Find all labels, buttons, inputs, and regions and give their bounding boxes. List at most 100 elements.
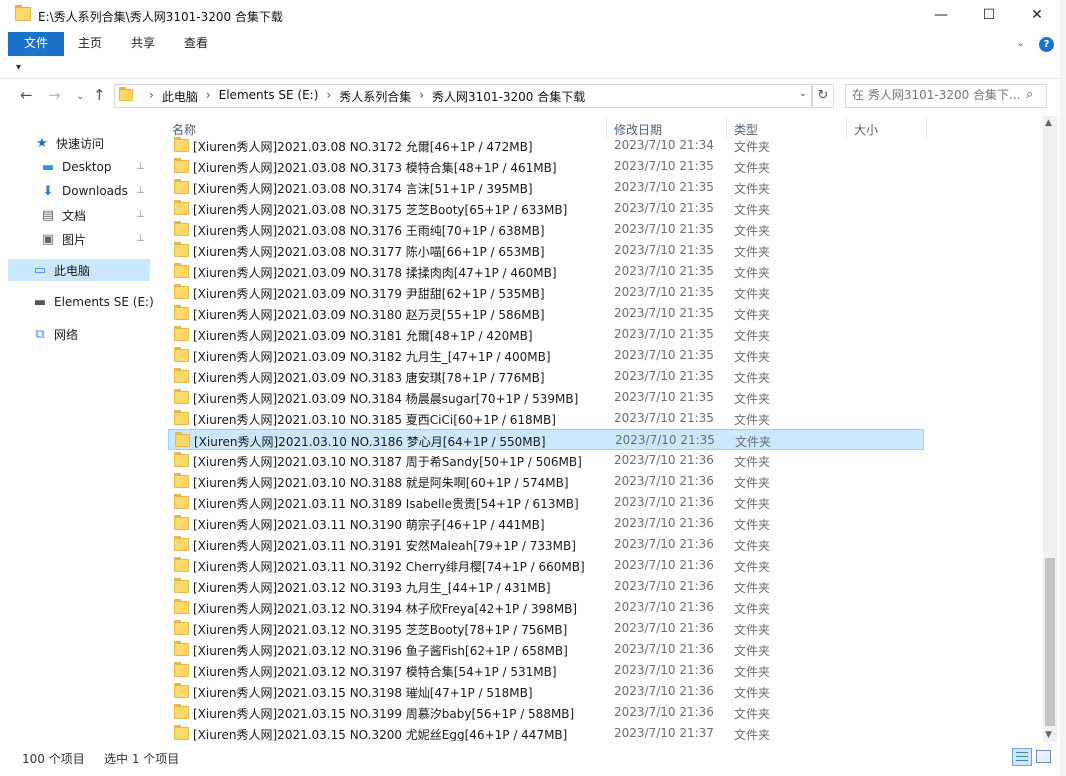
file-date: 2023/7/10 21:36 xyxy=(614,558,714,572)
drive-icon: ▬ xyxy=(33,294,47,310)
pin-icon: ⊥ xyxy=(136,161,145,172)
table-row[interactable]: [Xiuren秀人网]2021.03.11 NO.3190 萌宗子[46+1P … xyxy=(168,513,924,534)
nav-quick-access[interactable]: ★ 快速访问 xyxy=(34,132,104,154)
file-name: [Xiuren秀人网]2021.03.10 NO.3186 梦心月[64+1P … xyxy=(194,435,546,449)
tab-file[interactable]: 文件 xyxy=(8,32,64,56)
file-date: 2023/7/10 21:34 xyxy=(614,138,714,152)
table-row[interactable]: [Xiuren秀人网]2021.03.11 NO.3191 安然Maleah[7… xyxy=(168,534,924,555)
back-button[interactable]: ← xyxy=(20,86,33,104)
chevron-right-icon[interactable]: › xyxy=(206,88,211,105)
nav-item-drive[interactable]: ▬ Elements SE (E:) xyxy=(32,291,154,313)
breadcrumb-drive[interactable]: Elements SE (E:) xyxy=(219,88,319,105)
computer-icon: ▭ xyxy=(33,262,47,278)
file-date: 2023/7/10 21:37 xyxy=(614,726,714,740)
table-row[interactable]: [Xiuren秀人网]2021.03.08 NO.3176 王雨纯[70+1P … xyxy=(168,219,924,240)
star-icon: ★ xyxy=(36,135,48,151)
desktop-background xyxy=(1060,0,1066,776)
table-row[interactable]: [Xiuren秀人网]2021.03.09 NO.3180 赵万灵[55+1P … xyxy=(168,303,924,324)
search-input[interactable] xyxy=(852,85,1020,105)
maximize-button[interactable]: ☐ xyxy=(966,0,1012,30)
table-row[interactable]: [Xiuren秀人网]2021.03.15 NO.3200 尤妮丝Egg[46+… xyxy=(168,723,924,741)
scroll-up-icon[interactable]: ▲ xyxy=(1045,118,1052,128)
table-row[interactable]: [Xiuren秀人网]2021.03.11 NO.3189 Isabelle贵贵… xyxy=(168,492,924,513)
details-view-button[interactable] xyxy=(1012,748,1032,766)
vertical-scrollbar[interactable]: ▲ ▼ xyxy=(1043,116,1057,742)
chevron-down-icon[interactable]: ⌄ xyxy=(799,88,807,99)
file-date: 2023/7/10 21:35 xyxy=(614,390,714,404)
minimize-icon: — xyxy=(934,7,948,23)
nav-item-documents[interactable]: ▤ 文档 xyxy=(40,204,86,226)
quick-access-toolbar-dropdown[interactable]: ▾ xyxy=(16,62,21,73)
up-button[interactable]: ↑ xyxy=(93,86,106,104)
table-row[interactable]: [Xiuren秀人网]2021.03.09 NO.3181 允爾[48+1P /… xyxy=(168,324,924,345)
table-row[interactable]: [Xiuren秀人网]2021.03.08 NO.3173 模特合集[48+1P… xyxy=(168,156,924,177)
file-date: 2023/7/10 21:35 xyxy=(614,243,714,257)
file-name: [Xiuren秀人网]2021.03.09 NO.3184 杨晨晨sugar[7… xyxy=(193,392,579,406)
file-date: 2023/7/10 21:36 xyxy=(614,516,714,530)
large-icons-view-button[interactable] xyxy=(1035,749,1051,763)
table-row[interactable]: [Xiuren秀人网]2021.03.10 NO.3186 梦心月[64+1P … xyxy=(168,429,924,450)
forward-button[interactable]: → xyxy=(48,86,61,104)
nav-item-network[interactable]: ⧉ 网络 xyxy=(32,323,78,345)
table-row[interactable]: [Xiuren秀人网]2021.03.10 NO.3188 就是阿朱啊[60+1… xyxy=(168,471,924,492)
table-row[interactable]: [Xiuren秀人网]2021.03.10 NO.3187 周于希Sandy[5… xyxy=(168,450,924,471)
table-row[interactable]: [Xiuren秀人网]2021.03.09 NO.3178 揉揉肉肉[47+1P… xyxy=(168,261,924,282)
status-bar: 100 个项目 选中 1 个项目 xyxy=(0,744,1060,770)
table-row[interactable]: [Xiuren秀人网]2021.03.12 NO.3197 模特合集[54+1P… xyxy=(168,660,924,681)
expand-ribbon-icon[interactable]: ⌄ xyxy=(1016,36,1025,49)
table-row[interactable]: [Xiuren秀人网]2021.03.08 NO.3177 陈小喵[66+1P … xyxy=(168,240,924,261)
scrollbar-thumb[interactable] xyxy=(1045,558,1055,726)
file-date: 2023/7/10 21:35 xyxy=(614,369,714,383)
tab-home[interactable]: 主页 xyxy=(66,32,114,56)
refresh-button[interactable]: ↻ xyxy=(812,84,834,108)
nav-item-pictures[interactable]: ▣ 图片 xyxy=(40,228,86,250)
table-row[interactable]: [Xiuren秀人网]2021.03.09 NO.3184 杨晨晨sugar[7… xyxy=(168,387,924,408)
address-bar[interactable]: › 此电脑 › Elements SE (E:) › 秀人系列合集 › 秀人网3… xyxy=(114,84,812,108)
close-button[interactable]: ✕ xyxy=(1014,0,1060,30)
tab-view[interactable]: 查看 xyxy=(170,32,222,56)
minimize-button[interactable]: — xyxy=(918,0,964,30)
table-row[interactable]: [Xiuren秀人网]2021.03.09 NO.3182 九月生_[47+1P… xyxy=(168,345,924,366)
tab-share[interactable]: 共享 xyxy=(118,32,168,56)
recent-locations-icon[interactable]: ⌄ xyxy=(76,91,84,102)
table-row[interactable]: [Xiuren秀人网]2021.03.11 NO.3192 Cherry绯月樱[… xyxy=(168,555,924,576)
folder-icon xyxy=(174,326,189,341)
file-name: [Xiuren秀人网]2021.03.08 NO.3174 言沫[51+1P /… xyxy=(193,182,533,196)
file-name: [Xiuren秀人网]2021.03.11 NO.3189 Isabelle贵贵… xyxy=(193,497,579,511)
folder-icon xyxy=(174,242,189,257)
breadcrumb-current-folder[interactable]: 秀人网3101-3200 合集下载 xyxy=(432,88,585,105)
breadcrumb-this-pc[interactable]: 此电脑 xyxy=(162,88,198,105)
file-name: [Xiuren秀人网]2021.03.15 NO.3199 周慕汐baby[56… xyxy=(193,707,575,721)
column-divider[interactable] xyxy=(926,116,927,140)
breadcrumb-collection[interactable]: 秀人系列合集 xyxy=(339,88,411,105)
chevron-right-icon[interactable]: › xyxy=(419,88,424,105)
table-row[interactable]: [Xiuren秀人网]2021.03.15 NO.3198 璀灿[47+1P /… xyxy=(168,681,924,702)
file-name: [Xiuren秀人网]2021.03.08 NO.3173 模特合集[48+1P… xyxy=(193,161,557,175)
table-row[interactable]: [Xiuren秀人网]2021.03.12 NO.3196 鱼子酱Fish[62… xyxy=(168,639,924,660)
table-row[interactable]: [Xiuren秀人网]2021.03.12 NO.3195 芝芝Booty[78… xyxy=(168,618,924,639)
table-row[interactable]: [Xiuren秀人网]2021.03.09 NO.3179 尹甜甜[62+1P … xyxy=(168,282,924,303)
table-row[interactable]: [Xiuren秀人网]2021.03.08 NO.3172 允爾[46+1P /… xyxy=(168,135,924,156)
table-row[interactable]: [Xiuren秀人网]2021.03.12 NO.3194 林子欣Freya[4… xyxy=(168,597,924,618)
nav-item-this-pc[interactable]: ▭ 此电脑 xyxy=(8,259,150,281)
scroll-down-icon[interactable]: ▼ xyxy=(1045,730,1052,740)
chevron-right-icon[interactable]: › xyxy=(326,88,331,105)
search-icon[interactable]: ⌕ xyxy=(1026,87,1033,102)
table-row[interactable]: [Xiuren秀人网]2021.03.09 NO.3183 唐安琪[78+1P … xyxy=(168,366,924,387)
file-type: 文件夹 xyxy=(734,266,771,280)
nav-item-desktop[interactable]: ▬ Desktop xyxy=(40,156,112,178)
file-list: ^ 名称 修改日期 类型 大小 [Xiuren秀人网]2021.03.08 NO… xyxy=(162,116,1042,741)
search-box[interactable]: ⌕ xyxy=(845,84,1047,108)
table-row[interactable]: [Xiuren秀人网]2021.03.15 NO.3199 周慕汐baby[56… xyxy=(168,702,924,723)
table-row[interactable]: [Xiuren秀人网]2021.03.10 NO.3185 夏西CiCi[60+… xyxy=(168,408,924,429)
selected-count: 选中 1 个项目 xyxy=(104,752,180,766)
table-row[interactable]: [Xiuren秀人网]2021.03.08 NO.3174 言沫[51+1P /… xyxy=(168,177,924,198)
help-button[interactable]: ? xyxy=(1039,37,1054,52)
table-row[interactable]: [Xiuren秀人网]2021.03.08 NO.3175 芝芝Booty[65… xyxy=(168,198,924,219)
navigation-pane: ★ 快速访问 ▬ Desktop ⊥ ⬇ Downloads ⊥ ▤ 文档 ⊥ … xyxy=(0,116,158,738)
download-icon: ⬇ xyxy=(42,183,54,199)
table-row[interactable]: [Xiuren秀人网]2021.03.12 NO.3193 九月生_[44+1P… xyxy=(168,576,924,597)
nav-item-label: Downloads xyxy=(62,184,128,198)
nav-item-downloads[interactable]: ⬇ Downloads xyxy=(40,180,128,202)
window-title: E:\秀人系列合集\秀人网3101-3200 合集下载 xyxy=(38,10,283,24)
